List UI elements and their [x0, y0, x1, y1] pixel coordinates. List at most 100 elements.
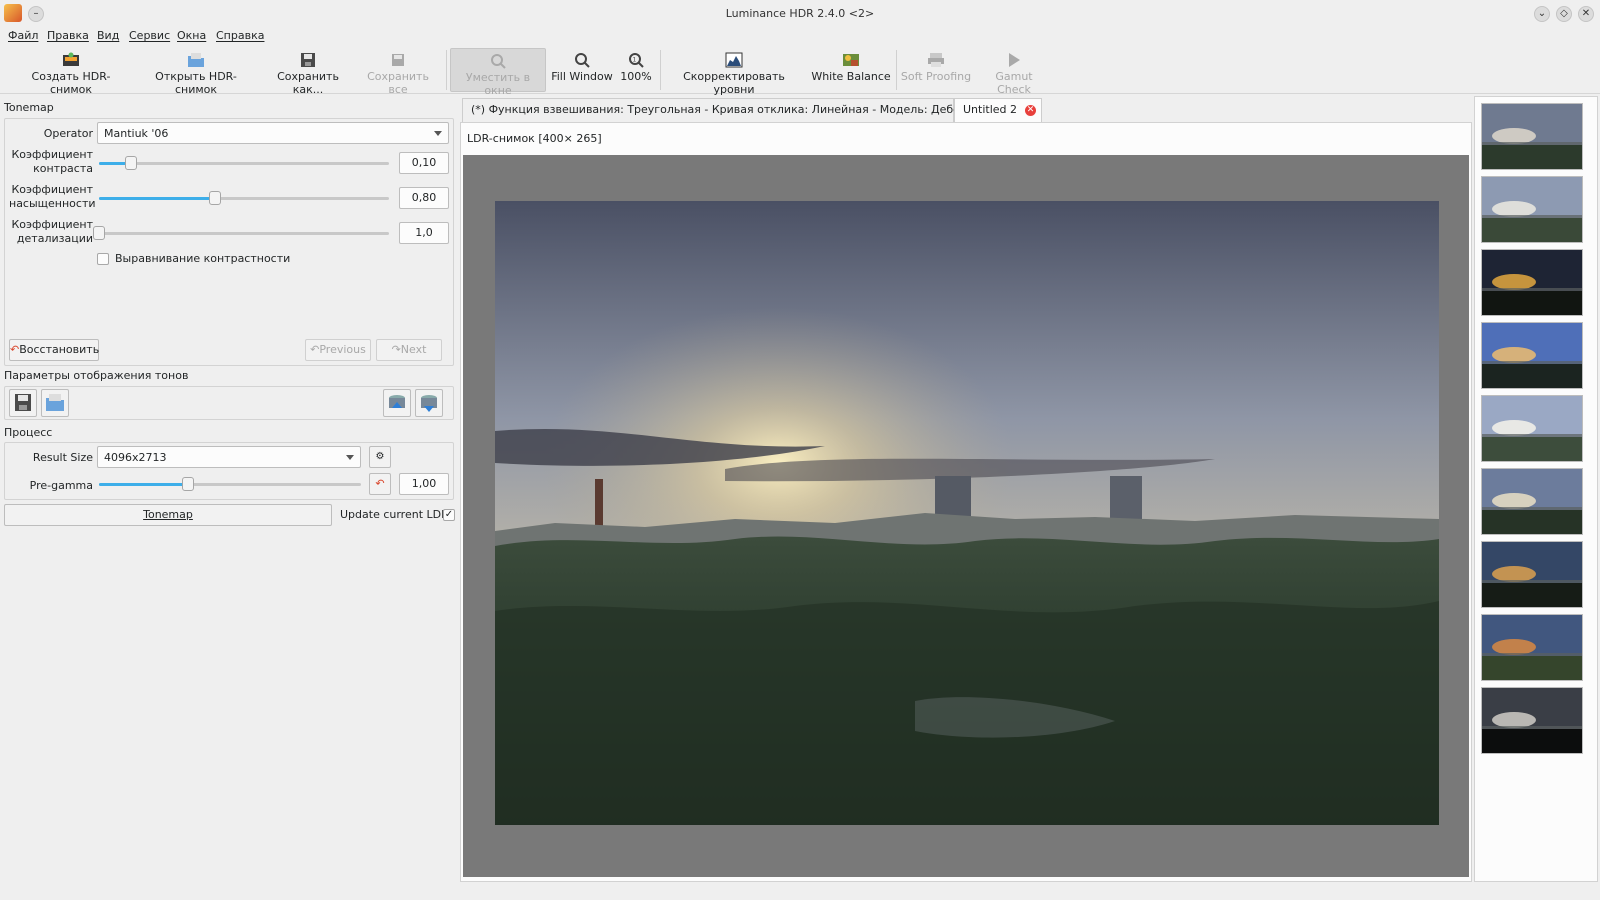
open-folder-icon: [46, 394, 64, 411]
slider-handle[interactable]: [182, 477, 195, 491]
preview-thumbnail[interactable]: [1481, 322, 1583, 389]
tone-params-group: [4, 386, 454, 420]
gear-icon: ⚙: [375, 451, 385, 462]
preview-thumbnail[interactable]: [1481, 541, 1583, 608]
document-tabs: (*) Функция взвешивания: Треугольная - К…: [460, 96, 1472, 122]
preview-panel: [1474, 96, 1598, 882]
operator-label: Operator: [43, 127, 93, 140]
detail-slider[interactable]: [93, 226, 389, 240]
window-title: Luminance HDR 2.4.0 <2>: [725, 7, 875, 20]
contrast-equalization-checkbox[interactable]: [97, 253, 109, 265]
load-params-button[interactable]: [41, 389, 69, 417]
result-size-label: Result Size: [32, 451, 93, 464]
undo-icon: ↶: [310, 343, 320, 356]
white-balance-label: White Balance: [811, 70, 891, 83]
ldr-preview-image[interactable]: [495, 201, 1439, 825]
preview-thumbnail[interactable]: [1481, 103, 1583, 170]
white-balance-icon: [843, 54, 859, 66]
contrast-value-field[interactable]: 0,10: [399, 152, 449, 174]
close-window-icon[interactable]: ✕: [1578, 6, 1594, 22]
save-icon: [15, 394, 31, 411]
white-balance-button[interactable]: White Balance: [810, 48, 892, 92]
process-section-title: Процесс: [4, 426, 53, 439]
menu-tools[interactable]: Сервис: [129, 29, 170, 42]
menu-windows[interactable]: Окна: [177, 29, 206, 42]
create-hdr-icon: [63, 52, 79, 66]
preview-thumbnail[interactable]: [1481, 614, 1583, 681]
adjust-levels-label: Скорректировать уровни: [683, 70, 785, 96]
save-all-button[interactable]: Сохранить все: [356, 48, 440, 96]
maximize-icon[interactable]: ◇: [1556, 6, 1572, 22]
minimize-icon[interactable]: ⌄: [1534, 6, 1550, 22]
reset-button[interactable]: ↶Восстановить: [9, 339, 99, 361]
tab-untitled-2[interactable]: Untitled 2 ✕: [954, 98, 1042, 122]
save-all-icon: [392, 54, 404, 66]
previous-button[interactable]: ↶Previous: [305, 339, 371, 361]
contrast-slider[interactable]: [99, 156, 389, 170]
slider-handle[interactable]: [124, 156, 137, 170]
contrast-equalization-label: Выравнивание контрастности: [115, 252, 291, 265]
open-hdr-button[interactable]: Открыть HDR-снимок: [136, 48, 256, 96]
tone-params-section-title: Параметры отображения тонов: [4, 369, 189, 382]
slider-handle[interactable]: [209, 191, 221, 205]
tab-label: Untitled 2: [963, 103, 1018, 116]
zoom-fit-icon: [491, 54, 506, 69]
image-viewport[interactable]: [463, 155, 1469, 877]
preview-thumbnail[interactable]: [1481, 468, 1583, 535]
tonemap-group: Operator Mantiuk '06 Коэффициент контраст…: [4, 118, 454, 366]
saturation-slider[interactable]: [99, 191, 389, 205]
gamut-check-button[interactable]: Gamut Check: [978, 48, 1050, 96]
export-params-button[interactable]: [383, 389, 411, 417]
contrast-label: Коэффициент контраста: [11, 148, 93, 175]
open-hdr-label: Открыть HDR-снимок: [155, 70, 237, 96]
slider-handle[interactable]: [93, 226, 105, 240]
gamut-check-icon: [1009, 53, 1020, 67]
pregamma-value-field[interactable]: 1,00: [399, 473, 449, 495]
detail-value-field[interactable]: 1,0: [399, 222, 449, 244]
printer-icon: [928, 53, 944, 67]
menu-bar: Файл Правка Вид Сервис Окна Справка: [0, 28, 1600, 46]
toolbar-separator: [660, 50, 661, 90]
preview-thumbnail[interactable]: [1481, 176, 1583, 243]
result-size-settings-button[interactable]: ⚙: [369, 446, 391, 468]
import-params-button[interactable]: [415, 389, 443, 417]
title-bar: – Luminance HDR 2.4.0 <2> ⌄ ◇ ✕: [0, 0, 1600, 28]
menu-view[interactable]: Вид: [97, 29, 119, 42]
ldr-caption: LDR-снимок [400× 265]: [467, 132, 602, 145]
saturation-value-field[interactable]: 0,80: [399, 187, 449, 209]
svg-text:1: 1: [633, 57, 637, 64]
tonemap-button[interactable]: Tonemap: [4, 504, 332, 526]
reset-pregamma-button[interactable]: ↶: [369, 473, 391, 495]
save-all-label: Сохранить все: [367, 70, 429, 96]
save-as-icon: [301, 53, 315, 67]
undo-icon: ↶: [10, 343, 20, 356]
tab-hdr-document[interactable]: (*) Функция взвешивания: Треугольная - К…: [462, 98, 999, 122]
zoom-100-label: 100%: [620, 70, 652, 83]
operator-select[interactable]: Mantiuk '06: [97, 122, 449, 144]
tonemap-panel: Tonemap Operator Mantiuk '06 Коэффициент…: [0, 96, 458, 900]
save-as-label: Сохранить как...: [277, 70, 339, 96]
update-ldr-label: Update current LDR: [340, 508, 449, 521]
menu-edit[interactable]: Правка: [47, 29, 89, 42]
zoom-100-button[interactable]: 1 100%: [618, 48, 654, 92]
pregamma-slider[interactable]: [99, 477, 361, 491]
fill-window-button[interactable]: Fill Window: [550, 48, 614, 92]
preview-thumbnail[interactable]: [1481, 249, 1583, 316]
close-tab-icon[interactable]: ✕: [1025, 104, 1037, 116]
save-params-button[interactable]: [9, 389, 37, 417]
next-button[interactable]: ↷Next: [376, 339, 442, 361]
create-hdr-button[interactable]: Создать HDR-снимок: [12, 48, 130, 96]
save-as-button[interactable]: Сохранить как...: [262, 48, 354, 96]
adjust-levels-button[interactable]: Скорректировать уровни: [664, 48, 804, 96]
open-hdr-icon: [188, 53, 204, 67]
preview-thumbnail[interactable]: [1481, 395, 1583, 462]
preview-thumbnail[interactable]: [1481, 687, 1583, 754]
gamut-check-label: Gamut Check: [995, 70, 1033, 96]
menu-file[interactable]: Файл: [8, 29, 38, 42]
create-hdr-label: Создать HDR-снимок: [31, 70, 111, 96]
menu-help[interactable]: Справка: [216, 29, 264, 42]
result-size-select[interactable]: 4096x2713: [97, 446, 361, 468]
fit-window-button[interactable]: Уместить в окне: [450, 48, 546, 97]
update-ldr-checkbox[interactable]: ✓: [443, 509, 455, 521]
soft-proofing-button[interactable]: Soft Proofing: [900, 48, 972, 92]
